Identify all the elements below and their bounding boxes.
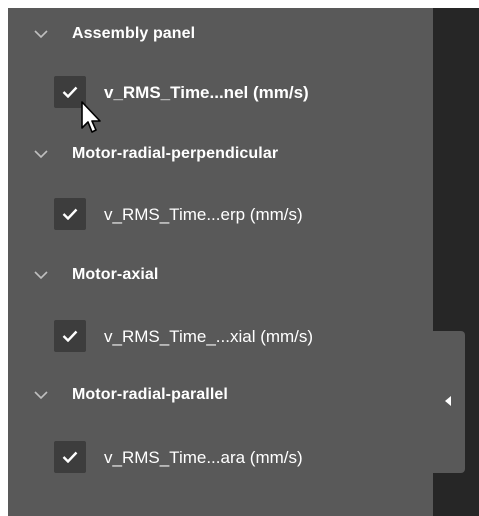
series-item[interactable]: v_RMS_Time_...xial (mm/s) xyxy=(8,316,433,360)
group-label: Motor-axial xyxy=(72,266,159,283)
chevron-down-icon xyxy=(34,391,48,400)
window-frame: Assembly panel v_RMS_Time...nel (mm/s) M… xyxy=(0,0,479,516)
series-item[interactable]: v_RMS_Time...ara (mm/s) xyxy=(8,437,433,481)
group-header-assembly-panel[interactable]: Assembly panel xyxy=(8,16,433,52)
series-item[interactable]: v_RMS_Time...nel (mm/s) xyxy=(8,72,433,116)
group-label: Motor-radial-parallel xyxy=(72,386,228,403)
group-label: Assembly panel xyxy=(72,25,196,42)
chevron-down-icon xyxy=(34,30,48,39)
checkmark-icon xyxy=(62,208,78,220)
series-label: v_RMS_Time...nel (mm/s) xyxy=(104,83,309,102)
series-checkbox[interactable] xyxy=(54,441,86,473)
series-label: v_RMS_Time_...xial (mm/s) xyxy=(104,327,314,346)
chevron-down-icon xyxy=(34,150,48,159)
mouse-pointer-icon xyxy=(81,101,101,133)
checkmark-icon xyxy=(62,86,78,98)
checkmark-icon xyxy=(62,451,78,463)
series-checkbox[interactable] xyxy=(54,198,86,230)
group-header-motor-radial-parallel[interactable]: Motor-radial-parallel xyxy=(8,377,433,413)
group-label: Motor-radial-perpendicular xyxy=(72,145,279,162)
triangle-left-icon xyxy=(445,396,451,406)
series-label: v_RMS_Time...ara (mm/s) xyxy=(104,448,303,467)
series-checkbox[interactable] xyxy=(54,320,86,352)
collapse-panel-button[interactable] xyxy=(433,331,465,473)
series-item[interactable]: v_RMS_Time...erp (mm/s) xyxy=(8,194,433,238)
series-label: v_RMS_Time...erp (mm/s) xyxy=(104,205,303,224)
group-header-motor-axial[interactable]: Motor-axial xyxy=(8,257,433,293)
group-header-motor-radial-perpendicular[interactable]: Motor-radial-perpendicular xyxy=(8,136,433,172)
chevron-down-icon xyxy=(34,271,48,280)
checkmark-icon xyxy=(62,330,78,342)
